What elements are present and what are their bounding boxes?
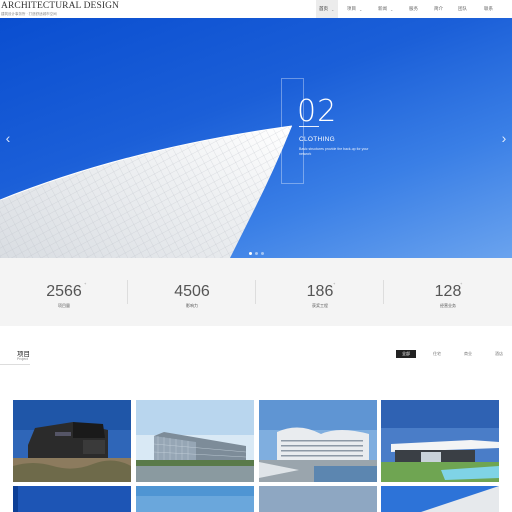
slide-description: Basic structures provide the back-up for… [299, 147, 369, 156]
nav-item-label: 项目 [347, 6, 356, 11]
section-underline [0, 364, 30, 365]
slider-dot[interactable] [255, 252, 258, 255]
nav-item-label: 团队 [458, 6, 467, 11]
project-card-image[interactable] [259, 400, 377, 482]
stat-label: 获奖工程 [312, 303, 328, 308]
stat-item: 128 + 经营业务 [384, 258, 512, 326]
stat-label: 项目量 [58, 303, 70, 308]
slide-divider [299, 126, 319, 127]
nav-item-label: 联系 [484, 6, 493, 11]
logo-title: ARCHITECTURAL DESIGN [1, 1, 120, 11]
nav-item-contact[interactable]: 联系 [475, 0, 502, 18]
chevron-down-icon: ⌄ [390, 6, 394, 12]
section-subtitle: Project [17, 357, 28, 361]
stat-sup: + [460, 281, 463, 286]
project-card-image[interactable] [259, 486, 377, 512]
chevron-right-icon: › [501, 130, 507, 146]
tab-all[interactable]: 全部 [396, 350, 416, 358]
main-nav: 首页 ⌄ 项目 ⌄ 新闻 ⌄ 服务 简介 团队 联系 [316, 0, 502, 18]
stat-sup: + [333, 281, 336, 286]
project-card-image[interactable] [381, 400, 499, 482]
stat-item: 2566 + 项目量 [0, 258, 128, 326]
stat-label: 经营业务 [440, 303, 456, 308]
logo-subtitle: 建筑设计事务所 · 打造舒适城市空间 [1, 12, 57, 16]
stat-value: 186 [306, 283, 334, 300]
tab-hotel[interactable]: 酒店 [489, 350, 509, 358]
nav-item-about[interactable]: 简介 [427, 0, 450, 18]
slider-next-button[interactable]: › [498, 128, 510, 148]
project-card-image[interactable] [381, 486, 499, 512]
nav-item-label: 服务 [409, 6, 418, 11]
stat-label: 影响力 [186, 303, 198, 308]
stat-item: 186 + 获奖工程 [256, 258, 384, 326]
slider-dots [249, 252, 264, 255]
nav-item-services[interactable]: 服务 [400, 0, 427, 18]
nav-item-news[interactable]: 新闻 ⌄ [372, 0, 400, 18]
tab-residential[interactable]: 住宅 [427, 350, 447, 358]
slide-title: CLOTHING [299, 136, 335, 143]
nav-item-label: 简介 [434, 6, 443, 11]
site-header: ARCHITECTURAL DESIGN 建筑设计事务所 · 打造舒适城市空间 … [0, 0, 512, 18]
tab-commercial[interactable]: 商业 [458, 350, 478, 358]
slider-dot[interactable] [261, 252, 264, 255]
project-card-image[interactable] [13, 400, 131, 482]
nav-item-team[interactable]: 团队 [450, 0, 475, 18]
logo[interactable]: ARCHITECTURAL DESIGN 建筑设计事务所 · 打造舒适城市空间 [1, 1, 120, 17]
project-tabs: 全部 住宅 商业 酒店 [396, 350, 509, 358]
stat-value: 2566 [46, 283, 82, 300]
nav-item-projects[interactable]: 项目 ⌄ [338, 0, 372, 18]
project-card-image[interactable] [136, 486, 254, 512]
stat-sup: + [84, 281, 87, 286]
chevron-down-icon: ⌄ [331, 6, 335, 12]
nav-item-label: 首页 [319, 6, 328, 11]
hero-building-image [0, 125, 293, 258]
stats-bar: 2566 + 项目量 4506 影响力 186 + 获奖工程 128 + 经营业… [0, 258, 512, 326]
stat-item: 4506 影响力 [128, 258, 256, 326]
hero-banner: ‹ › 02 CLOTHING Basic structures provide… [0, 18, 512, 258]
slider-dot[interactable] [249, 252, 252, 255]
chevron-down-icon: ⌄ [359, 6, 363, 12]
project-card-image[interactable] [136, 400, 254, 482]
slide-number: 02 [297, 94, 338, 129]
stat-value: 128 [434, 283, 462, 300]
chevron-left-icon: ‹ [5, 130, 11, 146]
project-card-image[interactable] [13, 486, 131, 512]
nav-item-label: 新闻 [378, 6, 387, 11]
nav-item-home[interactable]: 首页 ⌄ [316, 0, 338, 18]
stat-value: 4506 [174, 283, 210, 300]
slider-prev-button[interactable]: ‹ [2, 128, 14, 148]
